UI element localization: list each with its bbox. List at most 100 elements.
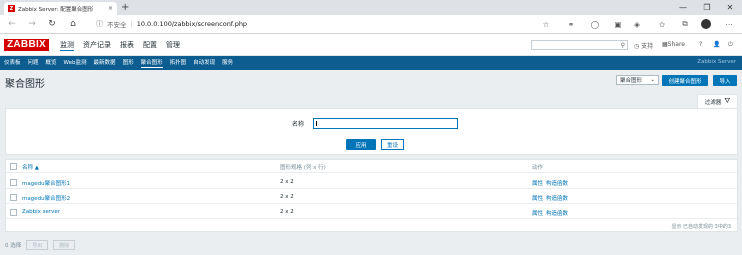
zabbix-favicon-icon: Z	[8, 5, 15, 12]
screens-table: 名称 ▲ 图形规格 (列 x 行) 动作 magedu聚合图形1 2 x 2 属…	[5, 159, 738, 232]
screen-name-link[interactable]: Zabbix server	[22, 209, 60, 215]
subnav-graphs[interactable]: 图形	[123, 59, 134, 68]
nav-configuration[interactable]: 配置	[143, 40, 157, 51]
insecure-label: 不安全	[107, 21, 127, 29]
table-row: Zabbix server 2 x 2 属性 构造函数	[6, 206, 737, 219]
browser-tabbar: Z Zabbix Server: 配置聚合图形 × + — ❐ ✕	[0, 0, 742, 15]
subnav-dashboard[interactable]: 仪表板	[4, 59, 21, 68]
zabbix-header: ZABBIX 监测 资产记录 报表 配置 管理 ⚲ ◷ 支持 ▦Share ? …	[0, 34, 742, 56]
filter-name-label: 名称	[292, 121, 305, 128]
subnav-maps[interactable]: 拓扑图	[170, 59, 187, 68]
row-checkbox[interactable]	[10, 209, 17, 216]
filter-tab[interactable]: 过滤器 ⛛	[697, 94, 738, 108]
screen-type-select[interactable]: 聚合图形 ⌄	[616, 75, 659, 85]
import-button[interactable]: 导入	[713, 75, 737, 86]
subnav-discovery[interactable]: 自动发现	[193, 59, 215, 68]
table-row: magedu聚合图形2 2 x 2 属性 构造函数	[6, 191, 737, 204]
properties-link[interactable]: 属性	[532, 209, 543, 217]
constructor-link[interactable]: 构造函数	[546, 179, 568, 187]
constructor-link[interactable]: 构造函数	[546, 209, 568, 217]
collections-icon[interactable]: ▣	[613, 19, 623, 29]
profile-avatar[interactable]	[701, 19, 711, 29]
translate-icon[interactable]: ◈	[632, 19, 642, 29]
close-window-button[interactable]: ✕	[718, 0, 742, 15]
maximize-button[interactable]: ❐	[695, 0, 719, 15]
screen-name-link[interactable]: magedu聚合图形2	[22, 194, 70, 202]
back-icon[interactable]: ←	[6, 18, 18, 30]
nav-monitoring[interactable]: 监测	[60, 40, 74, 51]
table-header-row: 名称 ▲ 图形规格 (列 x 行) 动作	[6, 160, 737, 173]
share-link[interactable]: ▦Share	[662, 41, 685, 48]
select-value: 聚合图形	[620, 78, 643, 84]
zabbix-logo[interactable]: ZABBIX	[4, 39, 50, 51]
filter-panel: 名称 应用 重设	[5, 108, 738, 155]
main-navigation: 监测 资产记录 报表 配置 管理	[60, 40, 180, 51]
subnav-overview[interactable]: 概览	[46, 59, 57, 68]
properties-link[interactable]: 属性	[532, 179, 543, 187]
address-field[interactable]: ⓘ 不安全 | 10.0.0.100/zabbix/screenconf.php	[96, 18, 247, 30]
name-column-header[interactable]: 名称 ▲	[22, 163, 39, 171]
export-button[interactable]: 导出	[26, 240, 49, 250]
subnav-latest-data[interactable]: 最新数据	[94, 59, 116, 68]
screen-dimension: 2 x 2	[280, 209, 294, 215]
help-link[interactable]: ?	[699, 41, 702, 48]
favorite-star-icon[interactable]: ☆	[541, 19, 551, 29]
row-checkbox[interactable]	[10, 194, 17, 201]
screen-name-link[interactable]: magedu聚合图形1	[22, 179, 70, 187]
tab-close-icon[interactable]: ×	[108, 5, 113, 12]
nav-administration[interactable]: 管理	[166, 40, 180, 51]
shield-icon[interactable]: ◯	[590, 19, 600, 29]
filter-icon: ⛛	[724, 97, 731, 105]
actions-column-header: 动作	[532, 165, 544, 171]
sub-navigation: 仪表板 问题 概览 Web监测 最新数据 图形 聚合图形 拓扑图 自动发现 服务…	[0, 56, 742, 70]
more-menu-icon[interactable]: ⋯	[724, 19, 734, 29]
new-tab-button[interactable]: +	[121, 2, 129, 14]
support-label: 支持	[641, 43, 654, 50]
global-search-input[interactable]: ⚲	[531, 40, 628, 50]
row-checkbox[interactable]	[10, 179, 17, 186]
url-text: 10.0.0.100/zabbix/screenconf.php	[136, 20, 248, 28]
filter-name-input[interactable]	[313, 118, 458, 129]
favorites-icon[interactable]: ✩	[657, 19, 667, 29]
user-profile-icon[interactable]: 👤	[713, 41, 720, 48]
server-name: Zabbix Server	[697, 59, 736, 65]
dimension-column-header: 图形规格 (列 x 行)	[280, 165, 326, 171]
table-row: magedu聚合图形1 2 x 2 属性 构造函数	[6, 176, 737, 189]
tab-title: Zabbix Server: 配置聚合图形	[18, 6, 94, 13]
properties-link[interactable]: 属性	[532, 194, 543, 202]
nav-inventory[interactable]: 资产记录	[83, 40, 111, 51]
refresh-icon[interactable]: ↻	[46, 18, 58, 30]
address-bar-row: ← → ↻ ⌂ ⓘ 不安全 | 10.0.0.100/zabbix/screen…	[0, 15, 742, 34]
extension-icon[interactable]: ⚭	[566, 19, 576, 29]
delete-button[interactable]: 删除	[53, 240, 76, 250]
logout-icon[interactable]: ⏻	[728, 41, 733, 49]
browser-tab[interactable]: Z Zabbix Server: 配置聚合图形 ×	[4, 2, 117, 15]
info-icon[interactable]: ⓘ	[96, 19, 103, 29]
text-caret	[316, 121, 317, 126]
search-icon[interactable]: ⚲	[621, 42, 625, 49]
create-screen-button[interactable]: 创建聚合图形	[662, 75, 708, 86]
select-all-checkbox[interactable]	[10, 163, 17, 170]
subnav-screens[interactable]: 聚合图形	[140, 59, 163, 68]
subnav-problems[interactable]: 问题	[28, 59, 39, 68]
table-footer-count: 显示 已自动发现的 3中的3	[671, 224, 731, 230]
forward-icon[interactable]: →	[26, 18, 38, 30]
nav-reports[interactable]: 报表	[120, 40, 134, 51]
home-icon[interactable]: ⌂	[67, 18, 79, 30]
subnav-services[interactable]: 服务	[222, 59, 233, 68]
screen-dimension: 2 x 2	[280, 194, 294, 200]
constructor-link[interactable]: 构造函数	[546, 194, 568, 202]
subnav-web[interactable]: Web监测	[64, 59, 87, 68]
collections-list-icon[interactable]: ⧉	[680, 19, 690, 29]
selected-count: 0 选择	[5, 243, 22, 249]
screen-dimension: 2 x 2	[280, 179, 294, 185]
minimize-button[interactable]: —	[671, 0, 695, 15]
support-icon: ◷	[634, 43, 640, 50]
support-link[interactable]: ◷ 支持	[634, 41, 653, 50]
apply-button[interactable]: 应用	[346, 139, 376, 150]
filter-tab-label: 过滤器	[704, 99, 722, 106]
share-label: Share	[667, 41, 685, 48]
mass-actions: 0 选择 导出 删除	[5, 240, 76, 250]
reset-button[interactable]: 重设	[381, 139, 404, 150]
chevron-down-icon: ⌄	[650, 77, 655, 83]
